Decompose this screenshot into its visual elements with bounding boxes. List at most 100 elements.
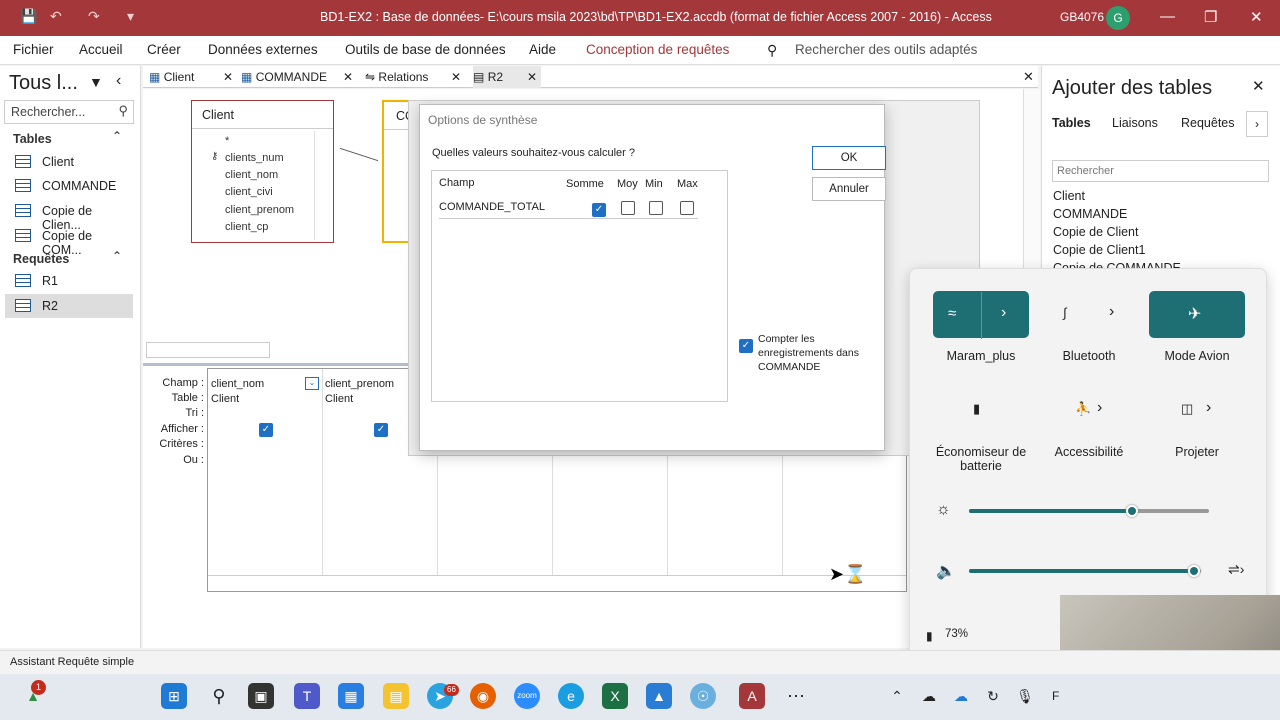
bluetooth-tile[interactable]: ∫ ›	[1041, 291, 1137, 338]
nav-item-commande[interactable]: COMMANDE	[5, 174, 133, 198]
task-view-icon[interactable]: ▣	[248, 683, 274, 709]
tab-client[interactable]: ▦ Client ✕	[149, 66, 237, 88]
slider-knob[interactable]	[1188, 565, 1201, 577]
onedrive-icon[interactable]: ☁	[948, 683, 974, 709]
field-scrollbar[interactable]	[314, 131, 331, 240]
tab-commande[interactable]: ▦ COMMANDE ✕	[241, 66, 359, 88]
firefox-icon[interactable]: ◉	[470, 683, 496, 709]
close-tab-icon[interactable]: ✕	[527, 70, 537, 84]
nav-group-requetes[interactable]: Requêtes	[13, 252, 69, 266]
project-tile[interactable]: ◫ ›	[1149, 387, 1245, 434]
chevron-up-icon[interactable]: ⌃	[884, 683, 910, 709]
nav-group-tables[interactable]: Tables	[13, 132, 52, 146]
grid-champ-cell[interactable]: client_prenom	[325, 378, 394, 390]
close-tab-icon[interactable]: ✕	[451, 70, 461, 84]
grid-table-cell[interactable]: Client	[325, 393, 353, 405]
chevron-right-icon[interactable]: ›	[1246, 111, 1268, 137]
field-item[interactable]: client_cp	[225, 221, 268, 233]
teams-icon[interactable]: T	[294, 683, 320, 709]
somme-checkbox[interactable]: ✓	[592, 201, 606, 217]
start-icon[interactable]: ⊞	[161, 683, 187, 709]
chevron-up-icon[interactable]: ⌃	[112, 249, 122, 263]
table-box-client[interactable]: Client * ⚷ clients_num client_nom client…	[191, 100, 334, 243]
field-item[interactable]: client_nom	[225, 169, 278, 181]
wifi-tile[interactable]: ≈ ›	[933, 291, 1029, 339]
dropdown-arrow-icon[interactable]: ⌄	[305, 377, 319, 390]
battery-saver-tile[interactable]: ▮	[933, 387, 1029, 434]
store-icon[interactable]: ▦	[338, 683, 364, 709]
microphone-icon[interactable]: 🎙	[1012, 683, 1038, 709]
network-app-icon[interactable]: ☉	[690, 683, 716, 709]
grid-horizontal-scrollbar[interactable]	[208, 575, 906, 591]
minimize-button[interactable]: —	[1160, 8, 1175, 25]
close-pane-icon[interactable]: ✕	[1252, 77, 1265, 95]
close-document-icon[interactable]: ✕	[1023, 69, 1034, 85]
tell-me-search[interactable]: Rechercher des outils adaptés	[795, 42, 977, 57]
tab-tables[interactable]: Tables	[1052, 116, 1091, 130]
close-window-button[interactable]: ✕	[1250, 8, 1263, 26]
list-item[interactable]: Copie de Client1	[1053, 243, 1145, 257]
grid-afficher-checkbox[interactable]: ✓	[374, 423, 388, 437]
chevron-right-icon[interactable]: ›	[1206, 399, 1211, 417]
chevron-right-icon[interactable]: ›	[1097, 399, 1102, 417]
more-icon[interactable]: ⋯	[783, 683, 809, 709]
nav-dropdown-icon[interactable]: ▼	[89, 74, 103, 90]
field-item[interactable]: clients_num	[225, 152, 284, 164]
undo-icon[interactable]: ↶	[50, 8, 62, 25]
chevron-up-icon[interactable]: ⌃	[112, 129, 122, 143]
file-explorer-icon[interactable]: ▤	[383, 683, 409, 709]
search-icon[interactable]: ⚲	[206, 683, 232, 709]
collapse-pane-icon[interactable]: ‹	[116, 72, 121, 90]
field-item[interactable]: client_civi	[225, 186, 273, 198]
cloud-off-icon[interactable]: ☁	[916, 683, 942, 709]
photos-icon[interactable]: ▲	[646, 683, 672, 709]
menu-accueil[interactable]: Accueil	[79, 42, 123, 57]
nav-item-r2[interactable]: R2	[5, 294, 133, 318]
list-item[interactable]: COMMANDE	[1053, 207, 1127, 221]
volume-slider[interactable]	[969, 565, 1201, 577]
table-search-input[interactable]: Rechercher	[1052, 160, 1269, 182]
volume-icon[interactable]: 🔈	[936, 561, 956, 581]
ok-button[interactable]: OK	[812, 146, 886, 170]
edge-icon[interactable]: e	[558, 683, 584, 709]
grid-afficher-checkbox[interactable]: ✓	[259, 423, 273, 437]
menu-creer[interactable]: Créer	[147, 42, 181, 57]
moy-checkbox[interactable]	[621, 201, 635, 218]
menu-aide[interactable]: Aide	[529, 42, 556, 57]
menu-outils-bd[interactable]: Outils de base de données	[345, 42, 506, 57]
count-records-checkbox[interactable]: ✓	[739, 337, 753, 353]
menu-fichier[interactable]: Fichier	[13, 42, 54, 57]
audio-output-icon[interactable]: ⇌›	[1228, 561, 1244, 578]
slider-knob[interactable]	[1126, 505, 1139, 517]
access-icon[interactable]: A	[739, 683, 765, 709]
tab-r2[interactable]: ▤ R2 ✕	[473, 66, 541, 88]
grid-champ-cell[interactable]: client_nom	[211, 378, 264, 390]
customize-quick-access-icon[interactable]: ▾	[127, 8, 134, 25]
tab-liaisons[interactable]: Liaisons	[1112, 116, 1158, 130]
nav-item-r1[interactable]: R1	[5, 269, 133, 293]
list-item[interactable]: Copie de Client	[1053, 225, 1138, 239]
avatar[interactable]: G	[1106, 6, 1130, 30]
min-checkbox[interactable]	[649, 201, 663, 218]
nav-pane-title[interactable]: Tous l...	[9, 72, 78, 95]
restore-button[interactable]: ❐	[1204, 8, 1217, 26]
max-checkbox[interactable]	[680, 201, 694, 218]
chevron-right-icon[interactable]: ›	[1109, 303, 1114, 321]
grid-table-cell[interactable]: Client	[211, 393, 239, 405]
close-tab-icon[interactable]: ✕	[223, 70, 233, 84]
sync-icon[interactable]: ↻	[980, 683, 1006, 709]
menu-conception-requetes[interactable]: Conception de requêtes	[586, 42, 729, 57]
cancel-button[interactable]: Annuler	[812, 177, 886, 201]
language-indicator[interactable]: F	[1052, 689, 1059, 703]
nav-item-client[interactable]: Client	[5, 150, 133, 174]
chevron-right-icon[interactable]: ›	[1001, 304, 1006, 322]
horizontal-scrollbar[interactable]	[146, 342, 270, 358]
nav-search-input[interactable]: Rechercher... ⚲	[4, 100, 134, 124]
airplane-mode-tile[interactable]: ✈	[1149, 291, 1245, 338]
tab-relations[interactable]: ⇋ Relations ✕	[365, 66, 465, 88]
accessibility-tile[interactable]: ⛹ ›	[1041, 387, 1137, 434]
menu-donnees-externes[interactable]: Données externes	[208, 42, 318, 57]
nav-item-copie-commande[interactable]: Copie de COM...	[5, 224, 133, 257]
brightness-slider[interactable]	[969, 505, 1209, 517]
zoom-icon[interactable]: zoom	[514, 683, 540, 709]
